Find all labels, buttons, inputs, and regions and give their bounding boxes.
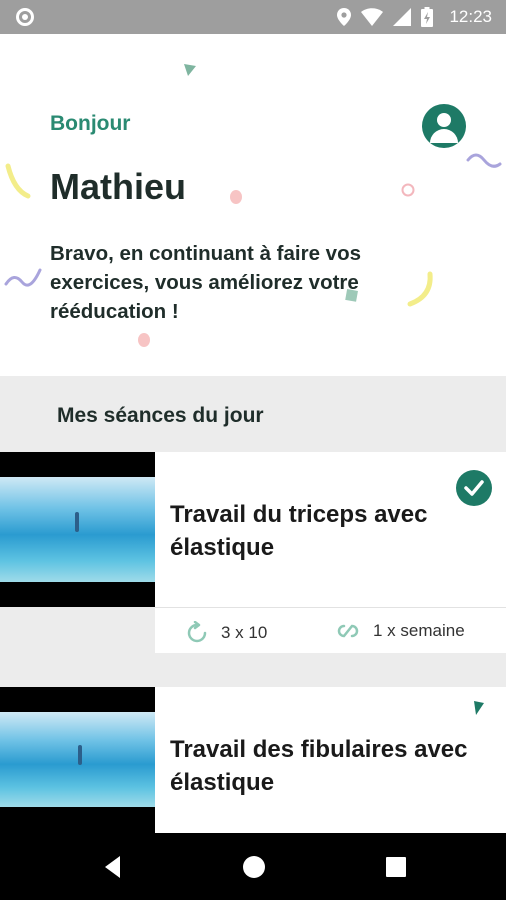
wifi-icon bbox=[361, 8, 384, 26]
section-title: Mes séances du jour bbox=[57, 404, 264, 427]
confetti-triangle-icon bbox=[184, 64, 196, 76]
confetti-squiggle-icon bbox=[4, 268, 42, 287]
confetti-ring-icon bbox=[401, 183, 415, 197]
welcome-header: Bonjour Mathieu Bravo, en continuant à f… bbox=[0, 34, 506, 376]
repeat-icon bbox=[187, 621, 207, 643]
notification-icon bbox=[16, 8, 34, 26]
confetti-triangle-icon bbox=[474, 701, 484, 715]
battery-icon bbox=[421, 7, 434, 27]
status-time: 12:23 bbox=[449, 7, 492, 26]
session-title: Travail des fibulaires avec élastique bbox=[170, 736, 468, 796]
recent-apps-icon[interactable] bbox=[382, 853, 410, 881]
sessions-section-header: Mes séances du jour bbox=[0, 376, 506, 452]
reps-value: 3 x 10 bbox=[221, 623, 268, 642]
session-card[interactable]: Travail du triceps avec élastique 3 x 10… bbox=[0, 452, 506, 653]
encouragement-message: Bravo, en continuant à faire vos exercic… bbox=[50, 242, 361, 323]
reps-stat: 3 x 10 bbox=[185, 621, 267, 645]
frequency-value: 1 x semaine bbox=[373, 621, 465, 640]
system-nav-bar bbox=[0, 833, 506, 900]
user-name: Mathieu bbox=[50, 166, 187, 207]
home-icon[interactable] bbox=[240, 853, 268, 881]
confetti-dot-icon bbox=[230, 190, 242, 204]
confetti-arc-icon bbox=[5, 163, 31, 199]
location-icon bbox=[337, 8, 352, 26]
confetti-squiggle-icon bbox=[466, 153, 502, 168]
account-icon[interactable] bbox=[422, 104, 466, 148]
signal-icon bbox=[393, 8, 412, 26]
frequency-icon bbox=[337, 624, 359, 638]
greeting-label: Bonjour bbox=[50, 112, 131, 135]
session-details: 3 x 10 1 x semaine bbox=[155, 607, 506, 653]
back-icon[interactable] bbox=[100, 853, 128, 881]
session-card[interactable]: Travail des fibulaires avec élastique bbox=[0, 687, 506, 833]
confetti-dot-icon bbox=[138, 333, 150, 347]
session-thumbnail bbox=[0, 687, 155, 833]
session-title: Travail du triceps avec élastique bbox=[170, 501, 428, 561]
session-thumbnail bbox=[0, 452, 155, 607]
status-bar: 12:23 bbox=[0, 0, 506, 34]
completed-check-icon bbox=[456, 470, 492, 506]
frequency-stat: 1 x semaine bbox=[335, 621, 465, 641]
